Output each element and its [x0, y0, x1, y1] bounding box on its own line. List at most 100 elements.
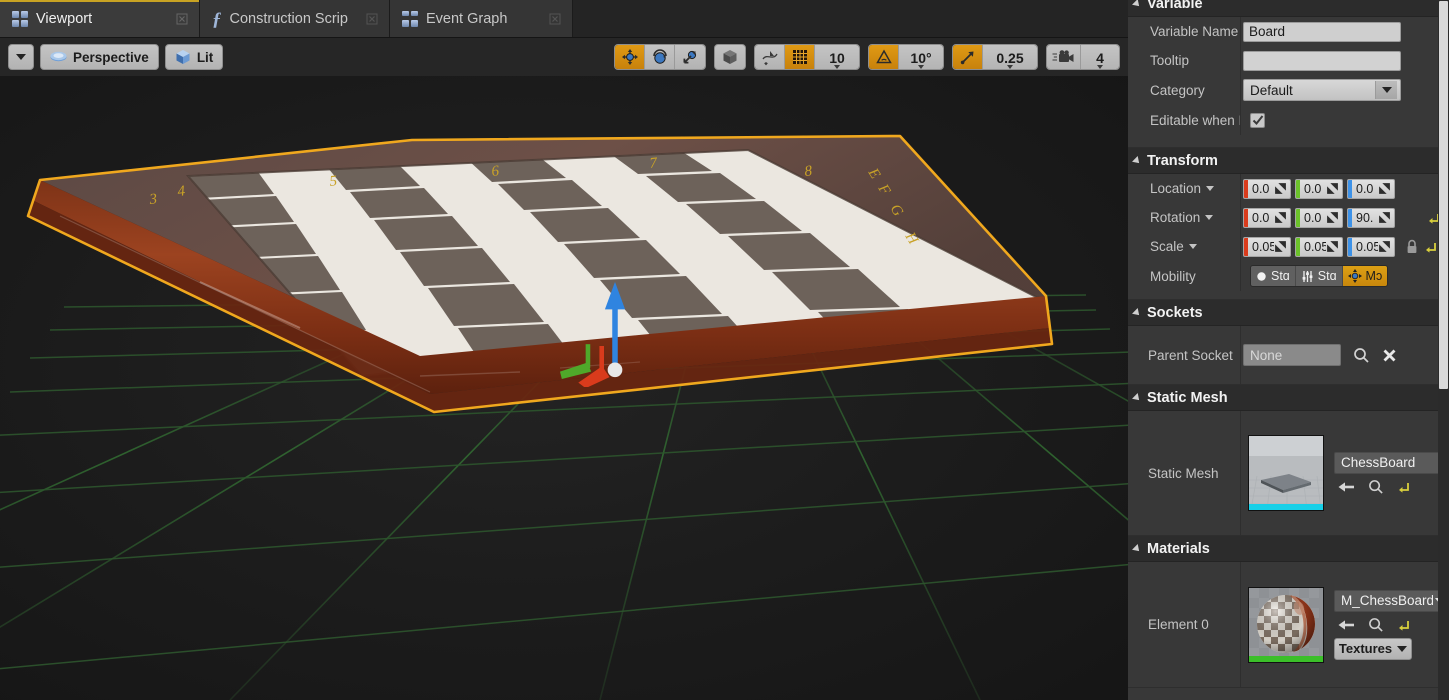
location-y-field[interactable]: 0.0	[1295, 179, 1343, 199]
category-dropdown[interactable]: Default	[1243, 79, 1401, 101]
tab-viewport[interactable]: Viewport	[0, 0, 200, 38]
section-sockets: Sockets Parent Socket None	[1128, 300, 1449, 385]
parent-socket-input[interactable]: None	[1243, 344, 1341, 366]
back-arrow-icon[interactable]	[1338, 480, 1355, 494]
rotation-y-field[interactable]: 0.0	[1295, 208, 1343, 228]
tooltip-input[interactable]	[1243, 51, 1401, 71]
section-materials: Materials Element 0	[1128, 536, 1449, 688]
chevron-down-icon	[1375, 81, 1397, 99]
view-mode-button[interactable]: Perspective	[40, 44, 159, 70]
column-separator	[1240, 174, 1241, 203]
location-z-field[interactable]: 0.0	[1347, 179, 1395, 199]
translate-gizmo[interactable]	[560, 272, 670, 387]
coordinate-system-button[interactable]	[714, 44, 746, 70]
section-header-sockets[interactable]: Sockets	[1128, 300, 1449, 326]
function-fx-icon: ƒ	[212, 10, 222, 29]
location-label-wrap[interactable]: Location	[1128, 174, 1240, 203]
svg-text:3: 3	[148, 191, 158, 208]
material-thumbnail[interactable]	[1248, 587, 1324, 663]
static-mesh-asset-dropdown[interactable]: ChessBoard	[1334, 452, 1449, 474]
viewport-toolbar: Perspective Lit	[0, 38, 1128, 76]
translate-gizmo-button[interactable]	[615, 45, 645, 69]
grid-four-icon	[12, 11, 28, 27]
scale-y-field[interactable]: 0.05	[1295, 237, 1343, 257]
magnifier-icon[interactable]	[1353, 347, 1370, 364]
scale-x-field[interactable]: 0.05	[1243, 237, 1291, 257]
angle-snap-value[interactable]: 10°	[899, 45, 943, 70]
details-scrollbar-thumb[interactable]	[1439, 1, 1448, 389]
collapse-triangle-icon	[1132, 393, 1142, 403]
chessboard-actor[interactable]: 4 5 6 7 8 H G F E 3	[0, 76, 1128, 700]
tab-close-icon[interactable]	[548, 12, 562, 26]
section-variable: Variable Variable Name Board Tooltip Cat…	[1128, 0, 1449, 148]
rotation-x-field[interactable]: 0.0	[1243, 208, 1291, 228]
editable-when-inherited-checkbox[interactable]	[1250, 113, 1265, 128]
mobility-static-button[interactable]: Stɑ	[1251, 266, 1296, 286]
column-separator	[1240, 203, 1241, 232]
rotation-z-field[interactable]: 90.	[1347, 208, 1395, 228]
camera-speed-group: 4	[1046, 44, 1120, 70]
rotate-gizmo-button[interactable]	[645, 45, 675, 69]
column-separator	[1240, 411, 1241, 535]
lighting-mode-button[interactable]: Lit	[165, 44, 224, 70]
viewport-toolbar-right: 10 10°	[614, 44, 1120, 70]
tab-close-icon[interactable]	[365, 12, 379, 26]
reset-arrow-icon[interactable]	[1397, 480, 1411, 494]
section-transform: Transform Location 0.0 0.0	[1128, 148, 1449, 300]
scale-label-wrap[interactable]: Scale	[1128, 232, 1240, 261]
magnifier-icon[interactable]	[1368, 479, 1384, 495]
reset-arrow-icon[interactable]	[1424, 240, 1438, 254]
scale-snap-value[interactable]: 0.25	[983, 45, 1037, 70]
angle-snap-toggle[interactable]	[869, 45, 899, 69]
camera-speed-value[interactable]: 4	[1081, 45, 1119, 70]
gizmo-axis-y-arrow	[560, 363, 591, 380]
scale-snap-toggle[interactable]	[953, 45, 983, 69]
textures-button-label: Textures	[1339, 641, 1392, 656]
material-asset-name: M_ChessBoard	[1341, 593, 1433, 608]
scale-lock-icon[interactable]	[1405, 239, 1419, 255]
textures-dropdown-button[interactable]: Textures	[1334, 638, 1412, 660]
camera-speed-icon	[1052, 49, 1076, 65]
static-mesh-thumbnail[interactable]	[1248, 435, 1324, 511]
material-asset-dropdown[interactable]: M_ChessBoard	[1334, 590, 1449, 612]
details-scrollbar-track[interactable]	[1438, 0, 1449, 700]
material-asset-controls: M_ChessBoard	[1334, 590, 1449, 660]
close-x-icon[interactable]	[1382, 348, 1397, 363]
section-header-variable[interactable]: Variable	[1128, 0, 1449, 17]
grid-snap-icon	[792, 49, 808, 65]
back-arrow-icon[interactable]	[1338, 618, 1355, 632]
section-header-materials[interactable]: Materials	[1128, 536, 1449, 562]
variable-name-input[interactable]: Board	[1243, 22, 1401, 42]
static-mesh-value-cell: ChessBoard	[1240, 435, 1449, 511]
section-title-variable: Variable	[1147, 0, 1203, 12]
tab-construction-script[interactable]: ƒ Construction Scrip	[200, 0, 390, 38]
mobility-buttons-cell: Stɑ Stɑ	[1240, 265, 1449, 287]
scale-y-value: 0.05	[1300, 240, 1326, 254]
editor-tab-bar: Viewport ƒ Construction Scrip Event Grap…	[0, 0, 1128, 38]
chevron-down-icon	[1097, 65, 1103, 69]
rotation-label-wrap[interactable]: Rotation	[1128, 203, 1240, 232]
angle-snap-group: 10°	[868, 44, 944, 70]
grid-snap-value[interactable]: 10	[815, 45, 859, 70]
tab-event-graph[interactable]: Event Graph	[390, 0, 573, 38]
camera-speed-icon-button[interactable]	[1047, 45, 1081, 69]
magnifier-icon[interactable]	[1368, 617, 1384, 633]
row-static-mesh: Static Mesh	[1128, 411, 1449, 535]
static-mesh-asset-name: ChessBoard	[1341, 455, 1415, 470]
reset-arrow-icon[interactable]	[1397, 618, 1411, 632]
location-x-field[interactable]: 0.0	[1243, 179, 1291, 199]
3d-viewport[interactable]: 4 5 6 7 8 H G F E 3	[0, 76, 1128, 700]
tab-close-icon[interactable]	[175, 12, 189, 26]
grid-snap-toggle[interactable]	[785, 45, 815, 69]
mobility-movable-button[interactable]: Mɔ	[1343, 266, 1388, 286]
section-header-static-mesh[interactable]: Static Mesh	[1128, 385, 1449, 411]
rotation-fields: 0.0 0.0 90.	[1240, 208, 1449, 228]
section-header-transform[interactable]: Transform	[1128, 148, 1449, 174]
scale-gizmo-button[interactable]	[675, 45, 705, 69]
scale-z-field[interactable]: 0.05	[1347, 237, 1395, 257]
rotation-z-value: 90.	[1352, 211, 1378, 225]
angle-snap-value-label: 10°	[910, 50, 931, 66]
viewport-options-menu-button[interactable]	[8, 44, 34, 70]
surface-snap-button[interactable]	[755, 45, 785, 69]
mobility-stationary-button[interactable]: Stɑ	[1296, 266, 1343, 286]
